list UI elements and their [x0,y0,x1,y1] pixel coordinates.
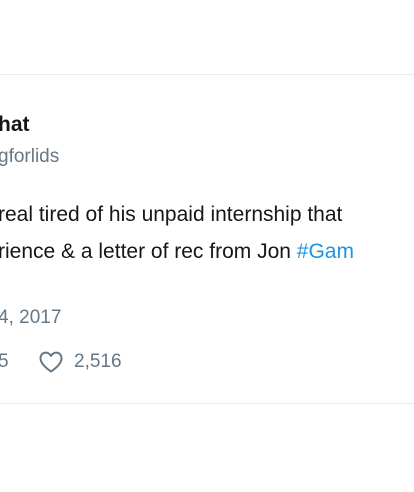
like-button[interactable]: 2,516 [38,350,122,374]
tweet-text: real tired of his unpaid internship that… [0,196,414,270]
tweet-page: hat gforlids real tired of his unpaid in… [0,0,414,492]
tweet-text-line-2-prefix: rience & a letter of rec from Jon [0,240,297,263]
hashtag-link[interactable]: #Gam [297,240,354,263]
like-count: 2,516 [74,351,122,372]
tweet-actions: 5 2,516 [0,346,122,378]
heart-outline-icon[interactable] [38,350,64,374]
tweet-text-line-1: real tired of his unpaid internship that [0,203,343,226]
retweet-count: 5 [0,351,9,372]
tweet-handle[interactable]: gforlids [0,145,59,169]
tweet-text-line-2: rience & a letter of rec from Jon #Gam [0,233,414,270]
tweet-display-name[interactable]: hat [0,112,30,138]
tweet-timestamp[interactable]: 4, 2017 [0,306,61,330]
